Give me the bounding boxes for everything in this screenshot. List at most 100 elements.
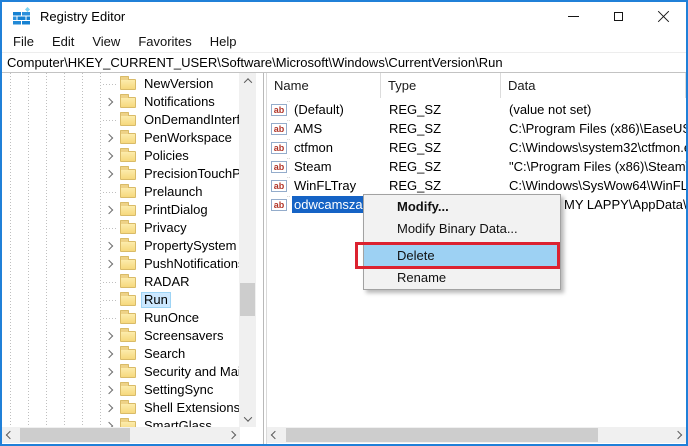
- main-area: NewVersion Notifications OnDemandInterfa…: [2, 73, 686, 444]
- expand-chevron-icon[interactable]: [105, 134, 113, 142]
- expand-chevron-icon[interactable]: [105, 350, 113, 358]
- tree-item-pushnotifications[interactable]: PushNotifications: [2, 255, 239, 273]
- reg-sz-string-icon: ab: [271, 142, 287, 154]
- tree-item-smartglass[interactable]: SmartGlass: [2, 417, 239, 427]
- value-row-winfltray[interactable]: abWinFLTray REG_SZ C:\Windows\SysWow64\W…: [267, 176, 686, 195]
- address-bar[interactable]: Computer\HKEY_CURRENT_USER\Software\Micr…: [2, 52, 686, 73]
- expand-chevron-icon[interactable]: [105, 98, 113, 106]
- scroll-right-button[interactable]: [670, 427, 686, 443]
- tree-item-propertysystem[interactable]: PropertySystem: [2, 237, 239, 255]
- tree-item-precisiontouchpad[interactable]: PrecisionTouchPad: [2, 165, 239, 183]
- expand-chevron-icon[interactable]: [105, 242, 113, 250]
- menu-file[interactable]: File: [4, 34, 43, 49]
- tree-item-ondemandinterfac[interactable]: OnDemandInterfac: [2, 111, 239, 129]
- tree-item-printdialog[interactable]: PrintDialog: [2, 201, 239, 219]
- tree-item-privacy[interactable]: Privacy: [2, 219, 239, 237]
- folder-icon: [120, 403, 136, 414]
- minimize-button[interactable]: [551, 2, 596, 30]
- minimize-icon: [568, 16, 579, 17]
- folder-icon: [120, 115, 136, 126]
- registry-editor-window: Registry Editor File Edit View Favorites…: [0, 0, 688, 446]
- context-menu-item-modify[interactable]: Modify...: [364, 196, 560, 218]
- reg-sz-string-icon: ab: [271, 123, 287, 135]
- tree-item-penworkspace[interactable]: PenWorkspace: [2, 129, 239, 147]
- tree-view: NewVersion Notifications OnDemandInterfa…: [2, 73, 239, 427]
- scroll-right-button[interactable]: [224, 427, 240, 443]
- tree-item-newversion[interactable]: NewVersion: [2, 75, 239, 93]
- folder-icon: [120, 349, 136, 360]
- folder-icon: [120, 187, 136, 198]
- list-horizontal-scrollbar[interactable]: [267, 427, 686, 443]
- title-bar[interactable]: Registry Editor: [2, 2, 686, 30]
- menu-view[interactable]: View: [83, 34, 129, 49]
- tree-item-radar[interactable]: RADAR: [2, 273, 239, 291]
- tree-item-notifications[interactable]: Notifications: [2, 93, 239, 111]
- reg-sz-string-icon: ab: [271, 161, 287, 173]
- list-header: Name Type Data: [267, 73, 686, 98]
- context-menu-item-delete[interactable]: Delete: [364, 245, 560, 267]
- expand-chevron-icon[interactable]: [105, 170, 113, 178]
- chevron-down-icon: [243, 413, 251, 421]
- tree-item-run[interactable]: Run: [2, 291, 239, 309]
- value-row-steam[interactable]: abSteam REG_SZ "C:\Program Files (x86)\S…: [267, 157, 686, 176]
- reg-sz-string-icon: ab: [271, 199, 287, 211]
- folder-icon: [120, 295, 136, 306]
- column-header-name[interactable]: Name: [267, 73, 381, 98]
- scroll-left-button[interactable]: [2, 427, 18, 443]
- folder-icon: [120, 277, 136, 288]
- scroll-down-button[interactable]: [239, 411, 256, 427]
- menu-favorites[interactable]: Favorites: [129, 34, 200, 49]
- chevron-up-icon: [243, 78, 251, 86]
- column-header-data[interactable]: Data: [501, 73, 686, 98]
- scrollbar-thumb[interactable]: [286, 428, 598, 442]
- chevron-right-icon: [228, 431, 236, 439]
- window-controls: [551, 2, 686, 30]
- expand-chevron-icon[interactable]: [105, 260, 113, 268]
- tree-item-settingsync[interactable]: SettingSync: [2, 381, 239, 399]
- expand-chevron-icon[interactable]: [105, 332, 113, 340]
- folder-icon: [120, 97, 136, 108]
- tree-horizontal-scrollbar[interactable]: [2, 427, 240, 443]
- maximize-button[interactable]: [596, 2, 641, 30]
- folder-icon: [120, 169, 136, 180]
- folder-icon: [120, 259, 136, 270]
- window-content: Registry Editor File Edit View Favorites…: [2, 2, 686, 444]
- expand-chevron-icon[interactable]: [105, 206, 113, 214]
- scrollbar-thumb[interactable]: [20, 428, 130, 442]
- tree-item-prelaunch[interactable]: Prelaunch: [2, 183, 239, 201]
- close-icon: [657, 10, 670, 23]
- menu-help[interactable]: Help: [201, 34, 246, 49]
- tree-vertical-scrollbar[interactable]: [239, 73, 256, 427]
- column-header-type[interactable]: Type: [381, 73, 501, 98]
- tree-item-security-and-maintenance[interactable]: Security and Mainte: [2, 363, 239, 381]
- tree-connector: [100, 84, 120, 85]
- chevron-left-icon: [271, 431, 279, 439]
- menu-edit[interactable]: Edit: [43, 34, 83, 49]
- expand-chevron-icon[interactable]: [105, 386, 113, 394]
- close-button[interactable]: [641, 2, 686, 30]
- folder-icon: [120, 151, 136, 162]
- value-row-ctfmon[interactable]: abctfmon REG_SZ C:\Windows\system32\ctfm…: [267, 138, 686, 157]
- folder-icon: [120, 331, 136, 342]
- chevron-right-icon: [674, 431, 682, 439]
- scrollbar-thumb[interactable]: [240, 283, 255, 316]
- tree-item-search[interactable]: Search: [2, 345, 239, 363]
- tree-item-shell-extensions[interactable]: Shell Extensions: [2, 399, 239, 417]
- tree-item-screensavers[interactable]: Screensavers: [2, 327, 239, 345]
- value-row-default[interactable]: ab(Default) REG_SZ (value not set): [267, 100, 686, 119]
- expand-chevron-icon[interactable]: [105, 368, 113, 376]
- value-row-ams[interactable]: abAMS REG_SZ C:\Program Files (x86)\Ease…: [267, 119, 686, 138]
- scroll-up-button[interactable]: [239, 73, 256, 89]
- scroll-left-button[interactable]: [267, 427, 283, 443]
- expand-chevron-icon[interactable]: [105, 404, 113, 412]
- folder-icon: [120, 313, 136, 324]
- menu-bar: File Edit View Favorites Help: [2, 30, 686, 52]
- expand-chevron-icon[interactable]: [105, 152, 113, 160]
- tree-item-policies[interactable]: Policies: [2, 147, 239, 165]
- folder-icon: [120, 367, 136, 378]
- registry-app-icon: [13, 7, 31, 25]
- context-menu-item-modify-binary-data[interactable]: Modify Binary Data...: [364, 218, 560, 240]
- tree-item-runonce[interactable]: RunOnce: [2, 309, 239, 327]
- context-menu-item-rename[interactable]: Rename: [364, 267, 560, 289]
- registry-tree-pane: NewVersion Notifications OnDemandInterfa…: [2, 73, 264, 444]
